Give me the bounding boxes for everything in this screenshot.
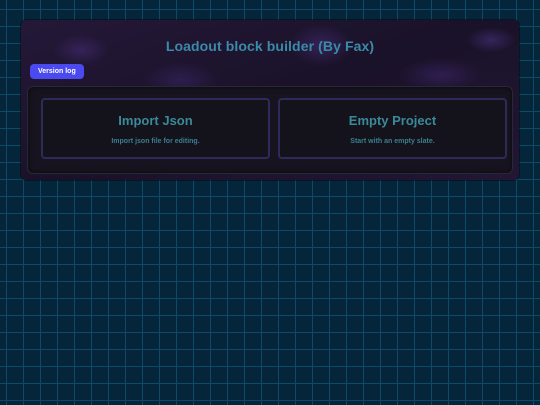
project-options: Import Json Import json file for editing…: [28, 87, 512, 173]
empty-project-card[interactable]: Empty Project Start with an empty slate.: [278, 98, 507, 159]
page-title: Loadout block builder (By Fax): [165, 38, 375, 54]
import-json-card[interactable]: Import Json Import json file for editing…: [41, 98, 270, 159]
version-log-button[interactable]: Version log: [30, 64, 84, 79]
empty-project-title: Empty Project: [348, 113, 437, 128]
main-panel: Loadout block builder (By Fax) Version l…: [21, 20, 519, 180]
import-json-description: Import json file for editing.: [111, 138, 200, 145]
empty-project-description: Start with an empty slate.: [350, 138, 435, 145]
import-json-title: Import Json: [118, 113, 193, 128]
